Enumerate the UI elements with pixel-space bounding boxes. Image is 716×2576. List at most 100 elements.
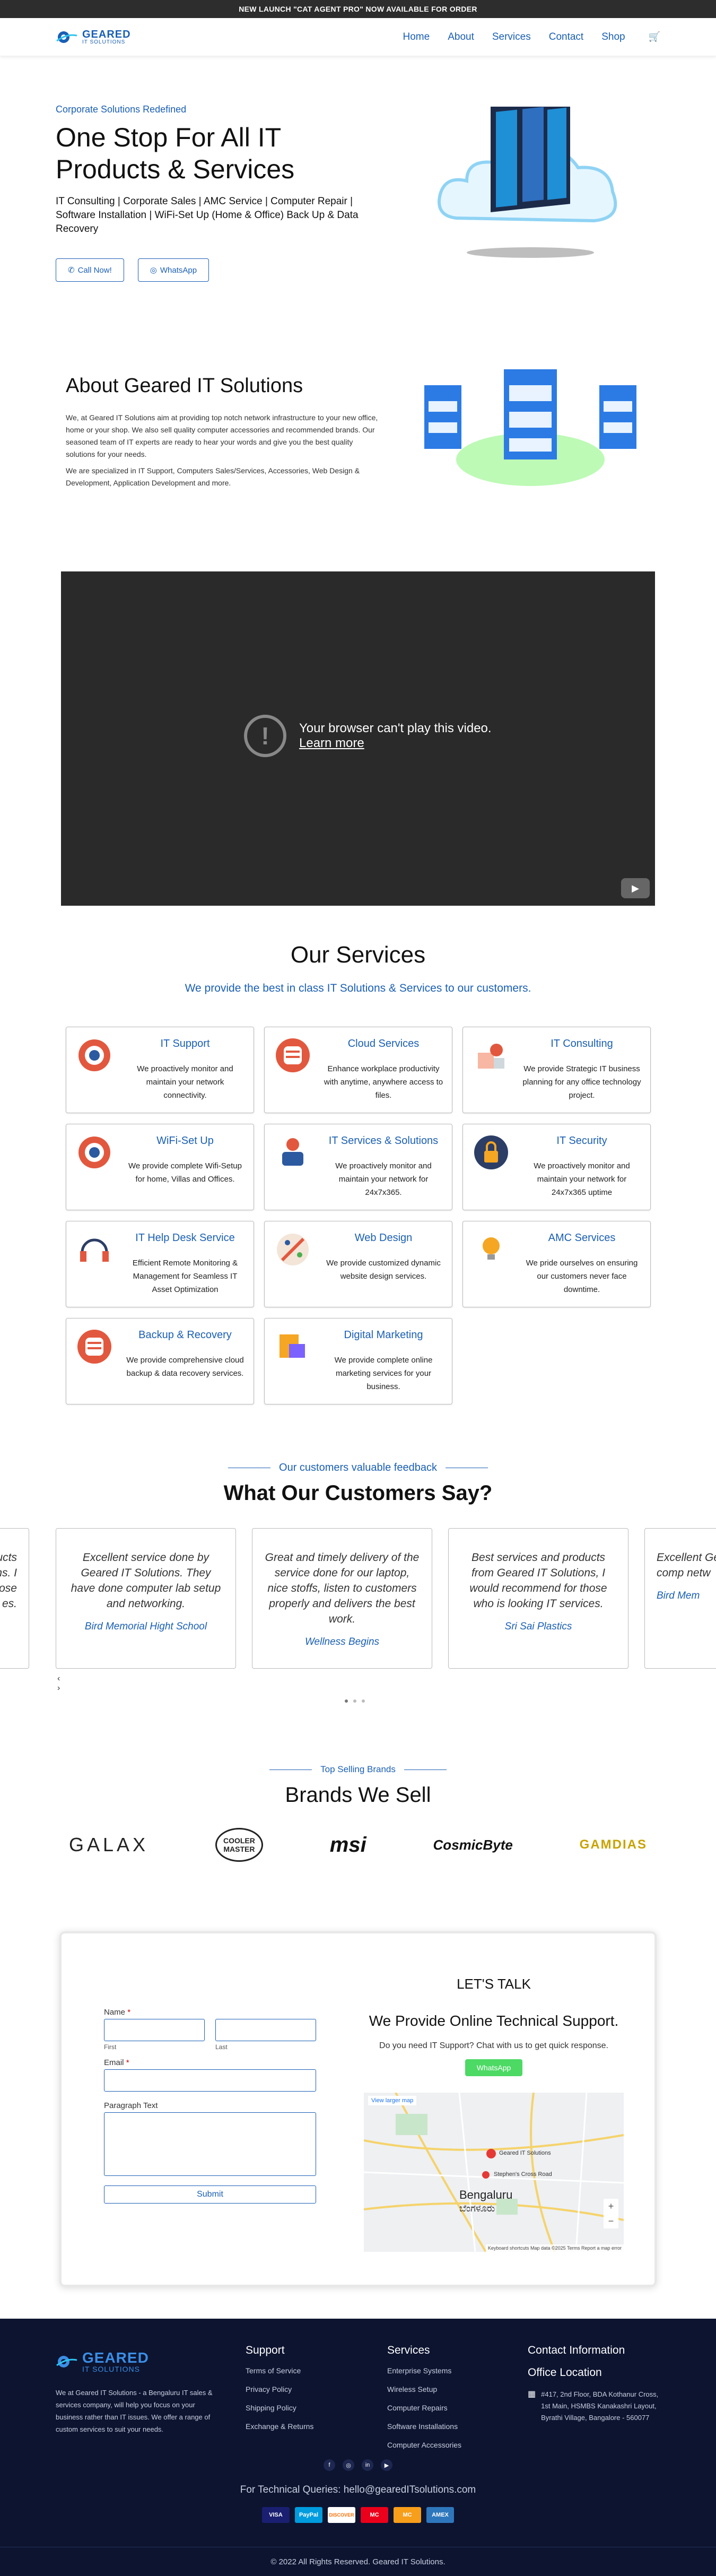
service-title[interactable]: WiFi-Set Up — [125, 1135, 246, 1147]
footer-link[interactable]: Enterprise Systems — [387, 2366, 461, 2375]
service-title[interactable]: IT Security — [521, 1135, 642, 1147]
visa-icon: VISA — [262, 2507, 290, 2523]
hero-description: IT Consulting | Corporate Sales | AMC Se… — [56, 196, 359, 235]
call-now-button[interactable]: ✆ Call Now! — [56, 258, 124, 282]
service-card[interactable]: AMC Services We pride ourselves on ensuri… — [462, 1221, 651, 1307]
service-card[interactable]: Backup & Recovery We provide comprehensiv… — [66, 1318, 254, 1404]
service-card[interactable]: IT Consulting We provide Strategic IT bus… — [462, 1027, 651, 1113]
footer-link[interactable]: Exchange & Returns — [246, 2422, 313, 2431]
design-icon — [277, 1234, 309, 1265]
footer-about: We at Geared IT Solutions - a Bengaluru … — [56, 2389, 213, 2433]
service-title[interactable]: Digital Marketing — [323, 1329, 444, 1341]
cart-icon[interactable]: 🛒 — [649, 31, 660, 42]
marketing-icon — [280, 1334, 305, 1358]
database-icon — [276, 1038, 310, 1072]
service-card[interactable]: WiFi-Set Up We provide complete Wifi-Setu… — [66, 1124, 254, 1210]
testimonial-card: Great and timely delivery of the service… — [252, 1528, 432, 1669]
mastercard-icon: MC — [361, 2507, 388, 2523]
nav-shop[interactable]: Shop — [601, 31, 625, 43]
brands-eyebrow: Top Selling Brands — [320, 1764, 396, 1774]
footer-services-heading: Services — [387, 2344, 430, 2356]
submit-button[interactable]: Submit — [104, 2185, 316, 2204]
service-card[interactable]: Cloud Services Enhance workplace producti… — [264, 1027, 452, 1113]
carousel-dot[interactable] — [353, 1699, 356, 1703]
service-title[interactable]: IT Help Desk Service — [125, 1232, 246, 1244]
learn-more-link[interactable]: Learn more — [299, 736, 492, 751]
service-description: Enhance workplace productivity with anyt… — [324, 1064, 443, 1100]
whatsapp-button[interactable]: ◎ WhatsApp — [137, 258, 209, 282]
map-zoom-controls[interactable]: + − — [604, 2199, 618, 2228]
footer-link[interactable]: Privacy Policy — [246, 2385, 313, 2393]
service-description: We provide customized dynamic website de… — [326, 1259, 441, 1281]
footer-logo[interactable]: GEARED IT SOLUTIONS — [56, 2351, 215, 2373]
carousel-dot[interactable] — [362, 1699, 365, 1703]
service-title[interactable]: IT Consulting — [521, 1038, 642, 1050]
last-name-input[interactable] — [215, 2019, 316, 2041]
service-card[interactable]: IT Support We proactively monitor and mai… — [66, 1027, 254, 1113]
brand-galax-logo: GALAX — [69, 1834, 149, 1855]
brand-cosmicbyte-logo: CosmicByte — [433, 1836, 513, 1853]
message-textarea[interactable] — [104, 2112, 316, 2176]
service-card[interactable]: Digital Marketing We provide complete onl… — [264, 1318, 452, 1404]
service-card[interactable]: Web Design We provide customized dynamic … — [264, 1221, 452, 1307]
carousel-next-button[interactable]: › — [57, 1684, 60, 1693]
footer-support: Support Terms of Service Privacy Policy … — [246, 2344, 313, 2441]
site-footer: GEARED IT SOLUTIONS We at Geared IT Solut… — [0, 2319, 716, 2576]
support-heading: We Provide Online Technical Support. — [369, 2013, 619, 2029]
nav-contact[interactable]: Contact — [549, 31, 583, 43]
email-field[interactable] — [104, 2069, 316, 2092]
service-title[interactable]: Web Design — [323, 1232, 444, 1244]
carousel-dots — [345, 1699, 365, 1703]
footer-link[interactable]: Shipping Policy — [246, 2404, 313, 2412]
zoom-in-icon[interactable]: + — [608, 2201, 614, 2212]
building-icon: ▦ — [528, 2390, 536, 2399]
service-title[interactable]: Backup & Recovery — [125, 1329, 246, 1341]
zoom-out-icon[interactable]: − — [608, 2216, 614, 2227]
youtube-icon[interactable]: ▶ — [381, 2459, 392, 2471]
paragraph-label: Paragraph Text — [104, 2101, 158, 2110]
footer-link[interactable]: Computer Repairs — [387, 2404, 461, 2412]
service-description: We provide Strategic IT business plannin… — [522, 1064, 641, 1100]
cloud-server-illustration — [438, 107, 617, 258]
site-logo[interactable]: GEARED IT SOLUTIONS — [56, 29, 131, 45]
carousel-prev-button[interactable]: ‹ — [57, 1674, 60, 1684]
service-card[interactable]: IT Services & Solutions We proactively mo… — [264, 1124, 452, 1210]
testimonials-section: Our customers valuable feedback What Our… — [0, 1462, 716, 1703]
main-nav: Home About Services Contact Shop 🛒 — [403, 31, 660, 43]
footer-link[interactable]: Computer Accessories — [387, 2441, 461, 2449]
service-title[interactable]: IT Support — [125, 1038, 246, 1050]
video-error: ! Your browser can't play this video. Lea… — [244, 715, 492, 757]
instagram-icon[interactable]: ◎ — [343, 2459, 354, 2471]
view-larger-map-link[interactable]: View larger map — [368, 2096, 417, 2105]
office-location-heading: Office Location — [528, 2366, 602, 2379]
nav-services[interactable]: Services — [492, 31, 531, 43]
footer-link[interactable]: Software Installations — [387, 2422, 461, 2431]
footer-link[interactable]: Wireless Setup — [387, 2385, 461, 2393]
paypal-icon: PayPal — [295, 2507, 322, 2523]
carousel-dot[interactable] — [345, 1699, 348, 1703]
announcement-bar: NEW LAUNCH "CAT AGENT PRO" NOW AVAILABLE… — [0, 0, 716, 18]
google-map[interactable]: View larger map Geared IT Solutions Step… — [364, 2093, 624, 2252]
social-links: f ◎ in ▶ — [324, 2459, 392, 2471]
service-title[interactable]: AMC Services — [521, 1232, 642, 1244]
service-title[interactable]: Cloud Services — [323, 1038, 444, 1050]
service-description: Efficient Remote Monitoring & Management… — [132, 1259, 238, 1294]
hero-eyebrow: Corporate Solutions Redefined — [56, 104, 187, 115]
nav-home[interactable]: Home — [403, 31, 430, 43]
linkedin-icon[interactable]: in — [362, 2459, 373, 2471]
first-name-input[interactable] — [104, 2019, 205, 2041]
service-card[interactable]: IT Help Desk Service Efficient Remote Mon… — [66, 1221, 254, 1307]
map-attribution: Keyboard shortcuts Map data ©2025 Terms … — [485, 2244, 624, 2252]
services-section: Our Services We provide the best in clas… — [0, 942, 716, 1404]
nav-about[interactable]: About — [448, 31, 474, 43]
services-grid: IT Support We proactively monitor and mai… — [66, 1027, 651, 1404]
footer-link[interactable]: Terms of Service — [246, 2366, 313, 2375]
service-title[interactable]: IT Services & Solutions — [323, 1135, 444, 1147]
whatsapp-chat-button[interactable]: WhatsApp — [465, 2059, 523, 2076]
youtube-icon[interactable]: ▶ — [621, 878, 650, 898]
service-description: We proactively monitor and maintain your… — [335, 1161, 432, 1197]
video-player[interactable]: ! Your browser can't play this video. Lea… — [61, 571, 655, 906]
service-card[interactable]: IT Security We proactively monitor and ma… — [462, 1124, 651, 1210]
contact-info-heading: Contact Information — [528, 2344, 625, 2356]
facebook-icon[interactable]: f — [324, 2459, 335, 2471]
